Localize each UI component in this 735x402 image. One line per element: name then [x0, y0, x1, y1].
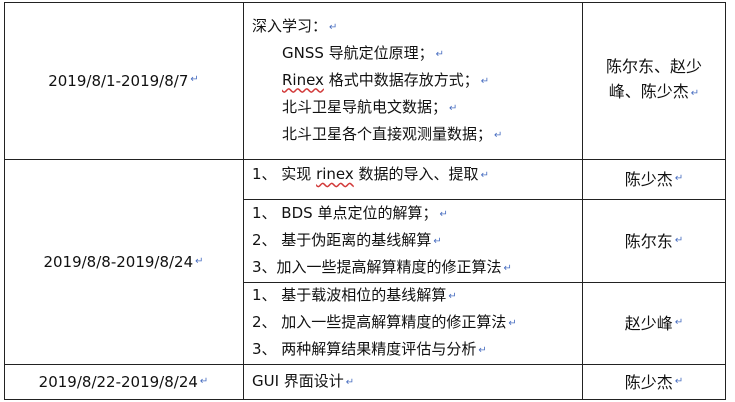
paragraph-mark-icon: ↵	[195, 255, 204, 267]
task-item: 1、 BDS 单点定位的解算； ↵	[252, 203, 448, 222]
task-cell: GUI 界面设计 ↵	[252, 365, 578, 399]
paragraph-mark-icon: ↵	[503, 262, 512, 274]
task-item: Rinex 格式中数据存放方式； ↵	[282, 70, 490, 89]
column-divider-date	[243, 2, 244, 400]
paragraph-mark-icon: ↵	[329, 21, 338, 33]
date-text: 2019/8/22-2019/8/24	[38, 373, 198, 391]
paragraph-mark-icon: ↵	[674, 173, 684, 184]
task-cell: 1、 基于载波相位的基线解算 ↵ 2、 加入一些提高解算精度的修正算法 ↵ 3、 两…	[252, 283, 578, 364]
paragraph-mark-icon: ↵	[478, 345, 487, 356]
people-text: 陈尔东、赵少	[605, 57, 702, 76]
paragraph-mark-icon: ↵	[433, 235, 442, 247]
people-cell: 陈尔东、赵少 峰、陈少杰 ↵	[584, 2, 724, 159]
people-text: 陈少杰	[624, 170, 673, 189]
spellcheck-word: Rinex	[282, 70, 324, 89]
paragraph-mark-icon: ↵	[494, 129, 503, 141]
task-cell: 1、 实现 rinex 数据的导入、提取 ↵	[252, 160, 578, 195]
paragraph-mark-icon: ↵	[690, 88, 700, 99]
date-text: 2019/8/1-2019/8/7	[48, 71, 189, 90]
task-item: 2、 加入一些提高解算精度的修正算法 ↵	[252, 313, 517, 331]
people-text: 陈少杰	[624, 372, 673, 392]
column-divider-people	[582, 2, 583, 400]
spellcheck-word: rinex	[316, 165, 354, 183]
task-heading: 深入学习： ↵	[252, 16, 338, 35]
people-text: 赵少峰	[624, 314, 673, 333]
people-text: 峰、陈少杰	[608, 82, 689, 101]
date-cell: 2019/8/8-2019/8/24 ↵	[4, 160, 243, 364]
task-item: 北斗卫星导航电文数据； ↵	[282, 97, 458, 116]
paragraph-mark-icon: ↵	[480, 170, 489, 181]
paragraph-mark-icon: ↵	[345, 376, 355, 388]
paragraph-mark-icon: ↵	[674, 234, 684, 246]
task-item: 3、 两种解算结果精度评估与分析 ↵	[252, 340, 487, 358]
task-item: 1、 基于载波相位的基线解算 ↵	[252, 286, 457, 304]
task-item: 3、加入一些提高解算精度的修正算法 ↵	[252, 257, 512, 276]
paragraph-mark-icon: ↵	[508, 318, 517, 329]
task-item: 1、 实现 rinex 数据的导入、提取 ↵	[252, 165, 489, 183]
paragraph-mark-icon: ↵	[435, 48, 445, 60]
paragraph-mark-icon: ↵	[199, 375, 209, 387]
people-cell: 陈少杰 ↵	[584, 160, 724, 199]
task-cell: 深入学习： ↵ GNSS 导航定位原理； ↵ Rinex 格式中数据存放方式； ↵ 北…	[252, 6, 578, 156]
schedule-table: 2019/8/1-2019/8/7 ↵ 深入学习： ↵ GNSS 导航定位原理； ↵ …	[4, 2, 726, 400]
table-border-right	[725, 2, 726, 400]
people-text: 陈尔东	[624, 231, 673, 251]
date-cell: 2019/8/1-2019/8/7 ↵	[4, 2, 243, 159]
people-cell: 陈尔东 ↵	[584, 200, 724, 282]
paragraph-mark-icon: ↵	[449, 102, 458, 114]
paragraph-mark-icon: ↵	[448, 291, 457, 302]
paragraph-mark-icon: ↵	[439, 208, 448, 220]
paragraph-mark-icon: ↵	[480, 75, 490, 87]
people-cell: 赵少峰 ↵	[584, 283, 724, 364]
task-cell: 1、 BDS 单点定位的解算； ↵ 2、 基于伪距离的基线解算 ↵ 3、加入一些提高…	[252, 200, 578, 282]
date-cell: 2019/8/22-2019/8/24 ↵	[4, 365, 243, 399]
task-item: 北斗卫星各个直接观测量数据； ↵	[282, 124, 503, 143]
paragraph-mark-icon: ↵	[674, 375, 684, 387]
people-cell: 陈少杰 ↵	[584, 365, 724, 399]
date-text: 2019/8/8-2019/8/24	[43, 253, 194, 271]
task-item: GNSS 导航定位原理； ↵	[282, 43, 445, 62]
paragraph-mark-icon: ↵	[190, 74, 199, 85]
task-item: 2、 基于伪距离的基线解算 ↵	[252, 230, 442, 249]
paragraph-mark-icon: ↵	[674, 317, 684, 328]
table-border-bottom	[4, 399, 726, 400]
task-item: GUI 界面设计 ↵	[252, 371, 355, 390]
